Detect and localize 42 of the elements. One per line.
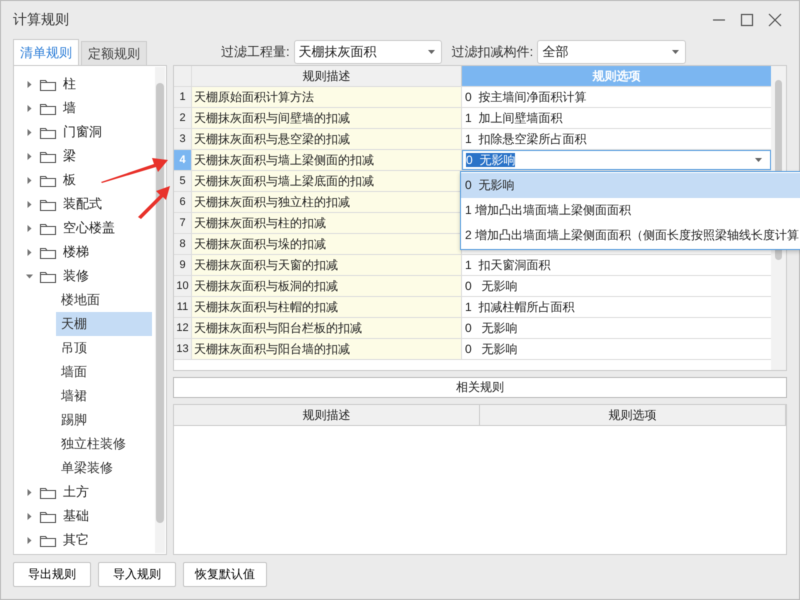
table-cell: 天棚抹灰面积与独立柱的扣减	[192, 192, 462, 212]
row-number: 13	[174, 339, 192, 359]
table-cell-text: 1 扣天窗洞面积	[464, 257, 552, 274]
table-cell: 天棚抹灰面积与阳台栏板的扣减	[192, 318, 462, 338]
table-cell-text: 0 无影响	[464, 278, 519, 295]
table-cell: 天棚抹灰面积与柱的扣减	[192, 213, 462, 233]
column-header: 规则描述	[174, 405, 480, 425]
table-cell-text: 0 无影响	[464, 320, 519, 337]
row-number: 8	[174, 234, 192, 254]
table-cell: 天棚抹灰面积与墙上梁底面的扣减	[192, 171, 462, 191]
table-cell-text: 1 扣减柱帽所占面积	[464, 299, 576, 316]
column-header: 规则描述	[192, 66, 462, 86]
row-number: 3	[174, 129, 192, 149]
table-cell: 天棚抹灰面积与墙上梁侧面的扣减	[192, 150, 462, 170]
window-title: 计算规则	[13, 11, 70, 29]
column-header: 规则选项	[462, 66, 771, 86]
table-cell-text: 1 加上间壁墙面积	[464, 110, 564, 127]
filter-label: 过滤工程量:	[221, 43, 290, 61]
table-cell: 天棚抹灰面积与板洞的扣减	[192, 276, 462, 296]
table-cell-text: 0 按主墙间净面积计算	[464, 89, 588, 106]
table-cell: 天棚抹灰面积与间壁墙的扣减	[192, 108, 462, 128]
table-cell: 天棚抹灰面积与垛的扣减	[192, 234, 462, 254]
column-header: 规则选项	[480, 405, 786, 425]
row-number: 4	[174, 150, 192, 170]
table-cell: 天棚抹灰面积与悬空梁的扣减	[192, 129, 462, 149]
row-number: 6	[174, 192, 192, 212]
row-number: 5	[174, 171, 192, 191]
row-number: 10	[174, 276, 192, 296]
table-cell: 天棚抹灰面积与柱帽的扣减	[192, 297, 462, 317]
section-header: 相关规则	[173, 377, 787, 398]
table-cell: 天棚抹灰面积与阳台墙的扣减	[192, 339, 462, 359]
row-number: 1	[174, 87, 192, 107]
table-cell: 天棚抹灰面积与天窗的扣减	[192, 255, 462, 275]
row-number: 7	[174, 213, 192, 233]
table-cell-text: 0 无影响	[464, 341, 519, 358]
row-number: 12	[174, 318, 192, 338]
table-cell-text: 1 扣除悬空梁所占面积	[464, 131, 588, 148]
row-number: 11	[174, 297, 192, 317]
filter-label: 过滤扣减构件:	[452, 43, 534, 61]
row-number: 2	[174, 108, 192, 128]
table-cell: 天棚原始面积计算方法	[192, 87, 462, 107]
row-number: 9	[174, 255, 192, 275]
